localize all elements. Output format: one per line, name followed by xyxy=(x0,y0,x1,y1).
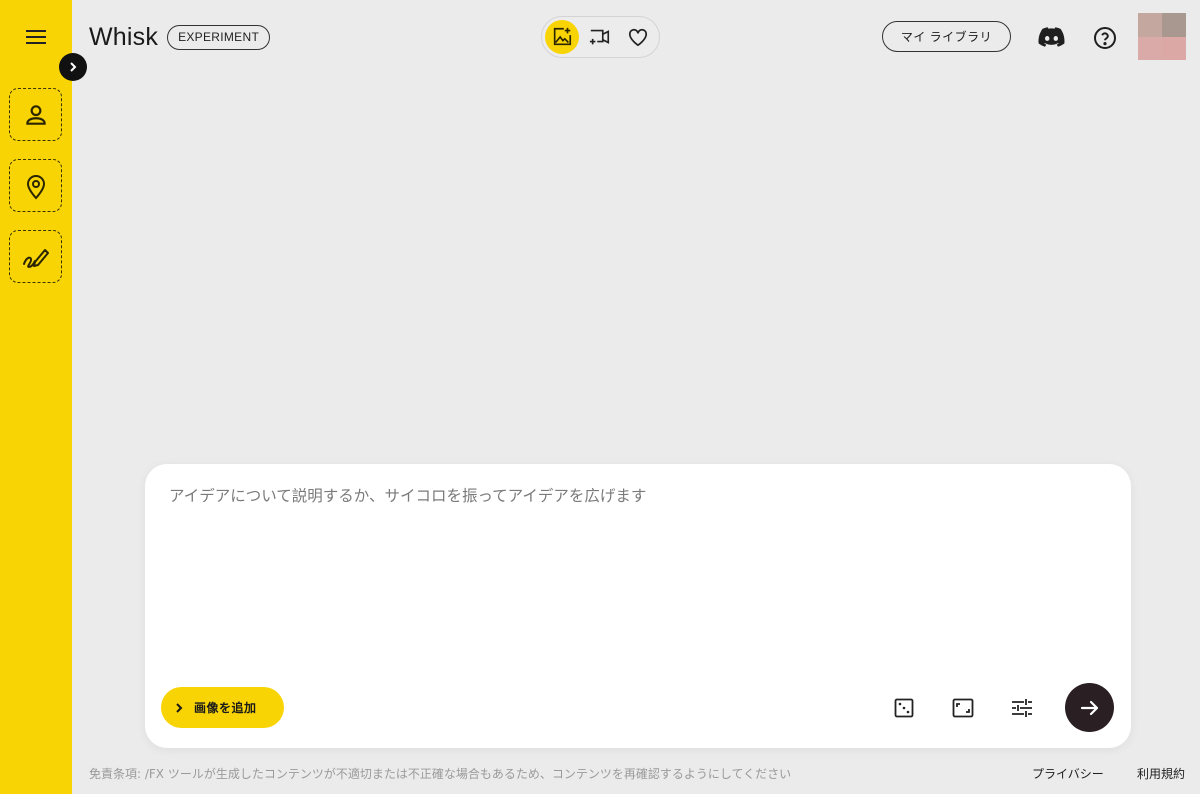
disclaimer-text: 免責条項: /FX ツールが生成したコンテンツが不適切または不正確な場合もあるた… xyxy=(89,767,792,781)
help-icon xyxy=(1093,26,1116,49)
prompt-card: 画像を追加 xyxy=(145,464,1131,748)
app-title: Whisk xyxy=(89,22,159,51)
heart-icon xyxy=(628,28,648,47)
favorites-mode-button[interactable] xyxy=(621,20,655,54)
menu-icon xyxy=(26,30,46,44)
add-image-label: 画像を追加 xyxy=(194,701,257,715)
discord-icon xyxy=(1037,26,1064,47)
submit-button[interactable] xyxy=(1065,683,1114,732)
avatar[interactable] xyxy=(1138,13,1186,60)
arrow-right-icon xyxy=(1080,700,1098,715)
settings-button[interactable] xyxy=(1009,695,1035,721)
mode-switcher xyxy=(541,16,660,58)
image-sparkle-icon xyxy=(553,27,572,46)
sidebar xyxy=(0,0,72,794)
scene-slot[interactable] xyxy=(9,159,62,212)
expand-sidebar-button[interactable] xyxy=(59,53,87,81)
experiment-badge: EXPERIMENT xyxy=(167,24,271,50)
video-sparkle-icon xyxy=(589,29,610,45)
location-pin-icon xyxy=(26,174,45,199)
tune-icon xyxy=(1012,699,1032,717)
add-image-button[interactable]: 画像を追加 xyxy=(161,687,284,728)
randomize-button[interactable] xyxy=(891,695,917,721)
discord-button[interactable] xyxy=(1036,24,1066,50)
chevron-right-icon xyxy=(70,62,77,72)
style-brush-icon xyxy=(22,248,49,268)
video-mode-button[interactable] xyxy=(583,20,617,54)
my-library-button[interactable]: マイ ライブラリ xyxy=(882,21,1011,52)
help-button[interactable] xyxy=(1091,24,1118,51)
image-mode-button[interactable] xyxy=(545,20,579,54)
terms-link[interactable]: 利用規約 xyxy=(1137,765,1185,782)
brand: Whisk EXPERIMENT xyxy=(89,22,271,52)
person-icon xyxy=(25,104,46,125)
privacy-link[interactable]: プライバシー xyxy=(1032,765,1104,782)
aspect-ratio-button[interactable] xyxy=(950,695,976,721)
menu-button[interactable] xyxy=(20,22,52,52)
dice-icon xyxy=(894,698,914,718)
subject-slot[interactable] xyxy=(9,88,62,141)
prompt-input[interactable] xyxy=(169,484,1099,674)
style-slot[interactable] xyxy=(9,230,62,283)
aspect-ratio-icon xyxy=(952,698,974,718)
chevron-right-icon xyxy=(176,702,183,713)
